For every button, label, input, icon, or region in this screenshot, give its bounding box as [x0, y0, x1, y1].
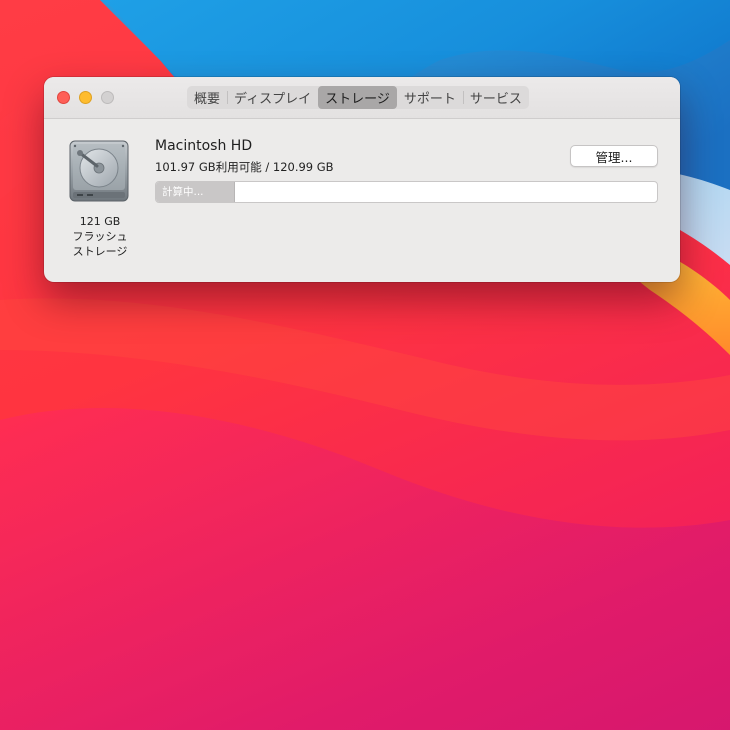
zoom-button[interactable] [101, 91, 114, 104]
about-this-mac-window: 概要 ディスプレイ ストレージ サポート サービス 121 GB フラッシュ ス… [44, 77, 680, 282]
tab-storage[interactable]: ストレージ [318, 86, 397, 109]
close-button[interactable] [57, 91, 70, 104]
tab-service[interactable]: サービス [462, 86, 529, 109]
drive-type-line2: ストレージ [72, 245, 128, 258]
drive-caption: 121 GB フラッシュ ストレージ [56, 214, 144, 259]
minimize-button[interactable] [79, 91, 92, 104]
drive-capacity: 121 GB [79, 215, 121, 228]
hard-drive-icon [69, 140, 129, 202]
tab-displays[interactable]: ディスプレイ [227, 86, 318, 109]
storage-pane: 121 GB フラッシュ ストレージ Macintosh HD 101.97 G… [44, 119, 680, 282]
tab-support[interactable]: サポート [397, 86, 463, 109]
drive-type-line1: フラッシュ [72, 230, 128, 243]
titlebar: 概要 ディスプレイ ストレージ サポート サービス [44, 77, 680, 119]
tab-bar: 概要 ディスプレイ ストレージ サポート サービス [187, 86, 529, 109]
manage-button[interactable]: 管理... [570, 145, 658, 167]
volume-usage: 101.97 GB利用可能 / 120.99 GB [155, 160, 334, 174]
storage-usage-bar: 計算中... [155, 181, 658, 203]
desktop-background: 概要 ディスプレイ ストレージ サポート サービス 121 GB フラッシュ ス… [0, 0, 730, 730]
tab-overview[interactable]: 概要 [187, 86, 227, 109]
storage-bar-label: 計算中... [162, 186, 204, 198]
volume-name: Macintosh HD [155, 138, 253, 154]
